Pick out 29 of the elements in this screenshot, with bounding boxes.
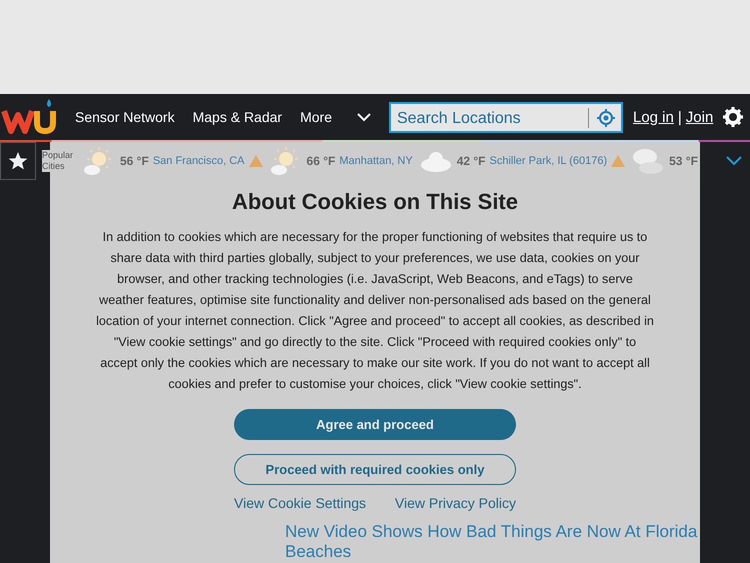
separator: | — [678, 108, 682, 126]
city-link[interactable]: Manhattan, NY — [339, 155, 413, 167]
temperature: 53 °F — [669, 154, 698, 168]
settings-icon[interactable] — [723, 107, 744, 127]
city-link[interactable]: Schiller Park, IL (60176) — [490, 155, 608, 167]
headline-link[interactable]: New Video Shows How Bad Things Are Now At Florida Beaches — [285, 522, 750, 562]
chevron-down-icon[interactable] — [726, 156, 742, 166]
dialog-text: In addition to cookies which are necessary for the proper functioning of websites that require us to share data with third parties globally, subject to your preferences, we use data, cookies on your browser, and other tracking technologies (i.e. JavaScript, Web Beacons, and eTags) to serve weather features, optimise site functionality and deliver non-personalised ads based on the general location of your internet connection. Click "Agree and proceed" to accept all cookies, as described in "View cookie settings" and go directly to the site. Click "Proceed with required cookies only" to accept only the cookies which are necessary to make our site work. If you do not want to accept all cookies and prefer to customise your choices, click "View cookie settings". — [96, 229, 654, 393]
required-cookies-button[interactable]: Proceed with required cookies only — [234, 454, 516, 485]
logo-icon[interactable] — [1, 97, 57, 137]
star-icon — [8, 151, 28, 171]
login-link[interactable]: Log in — [632, 108, 674, 126]
nav-link[interactable]: Sensor Network — [75, 109, 175, 125]
dialog-link[interactable]: View Cookie Settings — [234, 495, 366, 511]
temperature: 42 °F — [456, 154, 486, 168]
city-link[interactable]: San Francisco, CA — [152, 155, 245, 167]
favorites-button[interactable] — [0, 142, 36, 180]
join-link[interactable]: Join — [686, 108, 714, 126]
temperature: 56 °F — [120, 154, 149, 168]
search-field[interactable]: Search Locations — [388, 102, 623, 132]
nav-link[interactable]: More — [300, 109, 332, 125]
dialog-link[interactable]: View Privacy Policy — [394, 495, 516, 511]
nav-link[interactable]: Maps & Radar — [192, 109, 282, 125]
clouds-icon — [631, 146, 666, 176]
agree-button[interactable]: Agree and proceed — [234, 409, 516, 440]
dialog-title: About Cookies on This Site — [232, 189, 518, 215]
temperature: 66 °F — [306, 154, 336, 168]
caret-icon[interactable] — [356, 112, 371, 122]
locate-icon[interactable] — [596, 108, 615, 126]
